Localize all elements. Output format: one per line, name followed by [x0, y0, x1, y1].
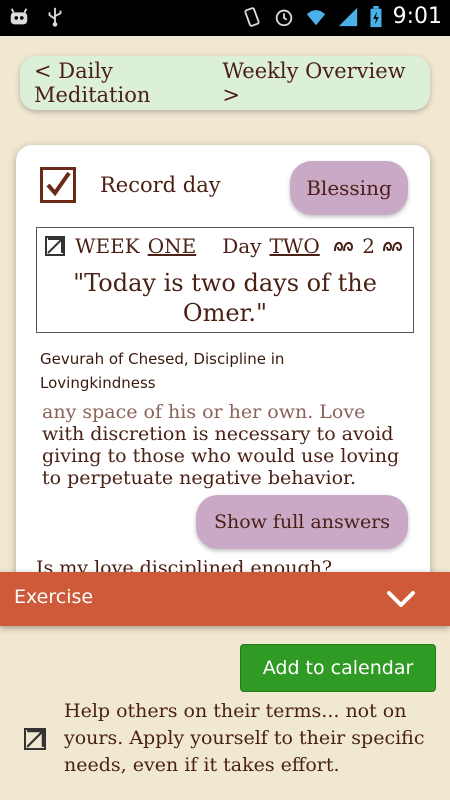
meditation-text: any space of his or her own. Love with d…: [42, 401, 412, 489]
status-bar: 9:01: [0, 0, 450, 36]
exercise-checkbox[interactable]: [24, 728, 46, 750]
clock: 9:01: [392, 4, 442, 29]
omer-count-quote: "Today is two days of the Omer.": [73, 269, 377, 327]
exercise-header[interactable]: Exercise: [0, 572, 450, 626]
record-day-label: Record day: [100, 173, 221, 197]
android-icon: [10, 8, 28, 25]
weekly-overview-tab[interactable]: Weekly Overview >: [222, 59, 416, 107]
show-full-answers-button[interactable]: Show full answers: [196, 495, 408, 549]
day-number: 2: [362, 234, 375, 258]
add-to-calendar-button[interactable]: Add to calendar: [240, 644, 436, 692]
checkmark-icon: [47, 238, 63, 254]
blessing-button[interactable]: Blessing: [290, 161, 408, 215]
week-checkbox[interactable]: [45, 236, 65, 256]
signal-icon: [338, 7, 357, 26]
battery-icon: [370, 5, 382, 27]
daily-meditation-tab[interactable]: < Daily Meditation: [34, 59, 222, 107]
week-day-line: WEEK ONE Day TWO 2: [45, 234, 405, 258]
ornament-right-icon: [383, 241, 403, 252]
meditation-nav: < Daily Meditation Weekly Overview >: [20, 56, 430, 110]
chevron-down-icon[interactable]: [386, 586, 416, 612]
vibrate-icon: [244, 6, 260, 27]
usb-icon: [48, 7, 62, 27]
alarm-icon: [275, 9, 292, 26]
record-day-checkbox[interactable]: [40, 167, 76, 203]
exercise-text: Help others on their terms... not on you…: [64, 700, 425, 776]
exercise-label: Exercise: [14, 586, 94, 608]
day-word: Day: [222, 234, 262, 258]
record-day-row[interactable]: Record day: [40, 167, 221, 203]
checkmark-icon: [46, 171, 71, 197]
meditation-text-partial: any space of his or her own. Love: [42, 401, 366, 423]
meditation-text-body: with discretion is necessary to avoid gi…: [42, 423, 400, 489]
meditation-card: Record day Blessing WEEK ONE Day TWO 2 "…: [16, 145, 430, 575]
week-word: WEEK: [75, 234, 140, 258]
wifi-icon: [306, 9, 325, 25]
sefirah-title: Gevurah of Chesed, Discipline in Lovingk…: [40, 350, 285, 392]
exercise-checkbox-wrap: [24, 728, 56, 752]
week-value: ONE: [147, 234, 197, 258]
checkmark-icon: [26, 730, 44, 748]
ornament-left-icon: [334, 241, 354, 252]
week-day-box: WEEK ONE Day TWO 2 "Today is two days of…: [36, 227, 414, 333]
day-value: TWO: [269, 234, 320, 258]
